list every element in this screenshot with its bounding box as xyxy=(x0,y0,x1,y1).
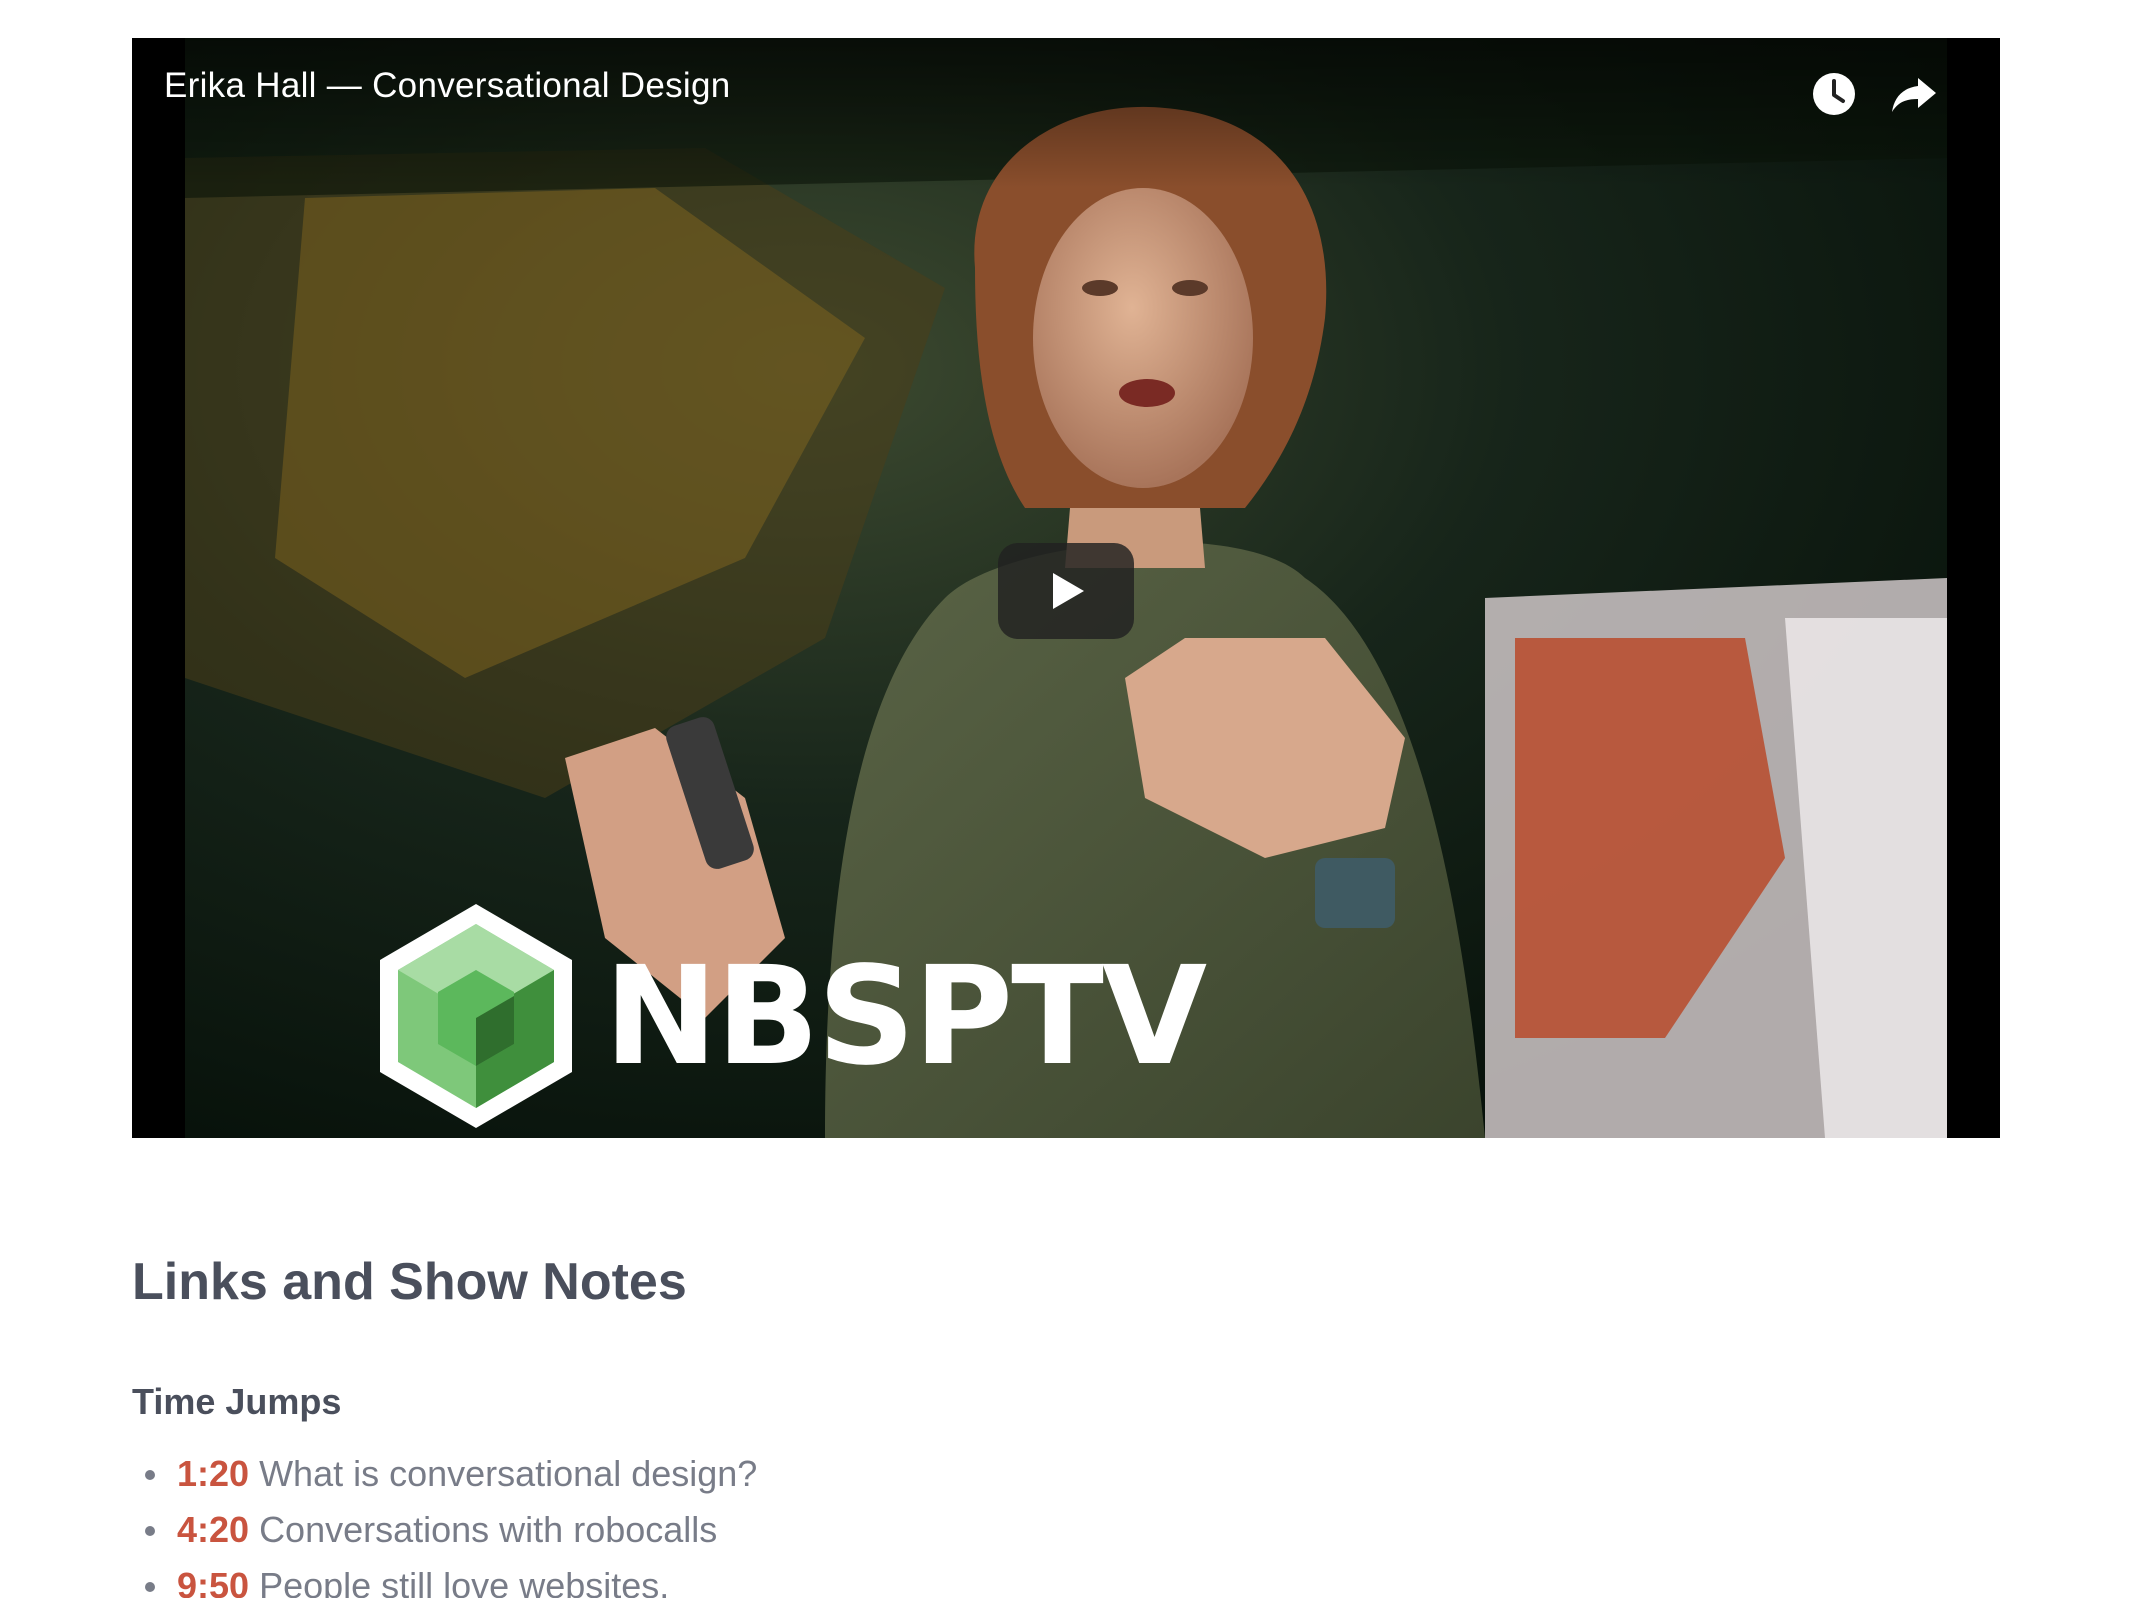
play-button[interactable] xyxy=(998,543,1134,639)
show-notes-heading: Links and Show Notes xyxy=(132,1253,687,1311)
page: Erika Hall — Conversational Design NBSPT… xyxy=(0,0,2142,1598)
time-jump-text: Conversations with robocalls xyxy=(259,1509,718,1550)
list-item: 1:20 What is conversational design? xyxy=(132,1446,757,1502)
time-jumps-heading: Time Jumps xyxy=(132,1381,342,1422)
video-player[interactable]: Erika Hall — Conversational Design NBSPT… xyxy=(132,38,2000,1138)
bullet-icon xyxy=(145,1582,155,1592)
time-jump-text: People still love websites. xyxy=(259,1565,670,1598)
list-item: 4:20 Conversations with robocalls xyxy=(132,1502,757,1558)
time-jump-link[interactable]: 9:50 xyxy=(177,1565,249,1598)
video-topbar xyxy=(132,38,2000,188)
time-jump-text: What is conversational design? xyxy=(259,1453,758,1494)
nbsptv-logo-icon xyxy=(380,904,572,1128)
time-jumps-list: 1:20 What is conversational design? 4:20 C… xyxy=(132,1446,757,1598)
list-item: 9:50 People still love websites. xyxy=(132,1558,757,1598)
brand-wordmark: NBSPTV xyxy=(604,938,1207,1096)
bullet-icon xyxy=(145,1470,155,1480)
share-arrow-icon[interactable] xyxy=(1884,64,1944,124)
play-icon xyxy=(1053,573,1084,609)
time-jump-link[interactable]: 4:20 xyxy=(177,1509,249,1550)
video-title[interactable]: Erika Hall — Conversational Design xyxy=(164,66,731,106)
bullet-icon xyxy=(145,1526,155,1536)
clock-icon[interactable] xyxy=(1804,64,1864,124)
time-jump-link[interactable]: 1:20 xyxy=(177,1453,249,1494)
